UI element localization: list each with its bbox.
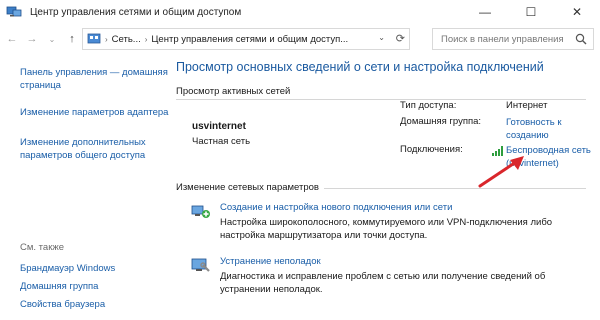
breadcrumb-network[interactable]: Сеть...: [112, 34, 141, 45]
network-name: usvinternet: [192, 121, 246, 132]
active-networks-heading: Просмотр активных сетей: [176, 86, 291, 97]
close-icon: ✕: [571, 5, 583, 19]
up-arrow-icon: ↑: [69, 33, 75, 45]
see-also-heading: См. также: [20, 242, 64, 253]
maximize-icon: ☐: [525, 5, 537, 19]
see-also-browser-properties[interactable]: Свойства браузера: [20, 298, 170, 311]
troubleshoot-description: Диагностика и исправление проблем с сеть…: [220, 271, 546, 295]
new-connection-link[interactable]: Создание и настройка нового подключения …: [220, 202, 452, 213]
window-title: Центр управления сетями и общим доступом: [30, 6, 242, 18]
forward-arrow-icon: →: [26, 33, 38, 45]
refresh-icon[interactable]: ⟳: [396, 32, 405, 45]
breadcrumb-network-center[interactable]: Центр управления сетями и общим доступ..…: [151, 34, 348, 45]
divider: [324, 188, 586, 189]
minimize-button[interactable]: —: [462, 0, 508, 24]
access-type-value: Интернет: [506, 100, 548, 111]
forward-button[interactable]: →: [24, 31, 40, 47]
network-category[interactable]: Частная сеть: [192, 136, 250, 147]
title-bar: Центр управления сетями и общим доступом…: [0, 0, 600, 24]
sidebar-item-adapter-settings[interactable]: Изменение параметров адаптера: [20, 106, 170, 119]
homegroup-link[interactable]: Готовность к созданию: [506, 116, 590, 142]
connections-label: Подключения:: [400, 144, 463, 155]
see-also-firewall[interactable]: Брандмауэр Windows: [20, 262, 170, 275]
access-type-label: Тип доступа:: [400, 100, 457, 111]
annotation-arrow: [478, 156, 524, 188]
sidebar-item-sharing-settings[interactable]: Изменение дополнительных параметров обще…: [20, 136, 170, 162]
back-button[interactable]: ←: [4, 31, 20, 47]
network-center-icon: [6, 5, 22, 19]
minimize-icon: —: [479, 5, 491, 19]
control-panel-icon: [87, 33, 101, 45]
sidebar-item-control-panel-home[interactable]: Панель управления — домашняя страница: [20, 66, 170, 92]
see-also-homegroup[interactable]: Домашняя группа: [20, 280, 170, 293]
breadcrumb-separator: ›: [144, 34, 148, 44]
page-title: Просмотр основных сведений о сети и наст…: [176, 60, 544, 74]
breadcrumb-separator: ›: [105, 34, 108, 44]
close-button[interactable]: ✕: [554, 0, 600, 24]
change-settings-heading: Изменение сетевых параметров: [176, 182, 319, 193]
troubleshoot-link[interactable]: Устранение неполадок: [220, 256, 321, 267]
address-bar-row: ← → ⌄ ↑ › Сеть... › Центр управления сет…: [0, 26, 600, 52]
left-pane: Панель управления — домашняя страница Из…: [0, 56, 168, 320]
chevron-down-icon: ⌄: [48, 34, 56, 44]
homegroup-label: Домашняя группа:: [400, 116, 482, 127]
search-icon[interactable]: [575, 33, 587, 45]
up-button[interactable]: ↑: [64, 31, 80, 47]
troubleshoot-icon: [190, 256, 212, 274]
new-connection-description: Настройка широкополосного, коммутируемог…: [220, 217, 553, 241]
new-connection-icon: [190, 202, 212, 220]
back-arrow-icon: ←: [6, 33, 18, 45]
recent-locations-button[interactable]: ⌄: [44, 31, 60, 47]
address-box[interactable]: › Сеть... › Центр управления сетями и об…: [82, 28, 410, 50]
search-box[interactable]: Поиск в панели управления: [432, 28, 594, 50]
maximize-button[interactable]: ☐: [508, 0, 554, 24]
address-dropdown-icon[interactable]: ⌄: [378, 33, 385, 42]
search-input[interactable]: Поиск в панели управления: [441, 34, 564, 45]
